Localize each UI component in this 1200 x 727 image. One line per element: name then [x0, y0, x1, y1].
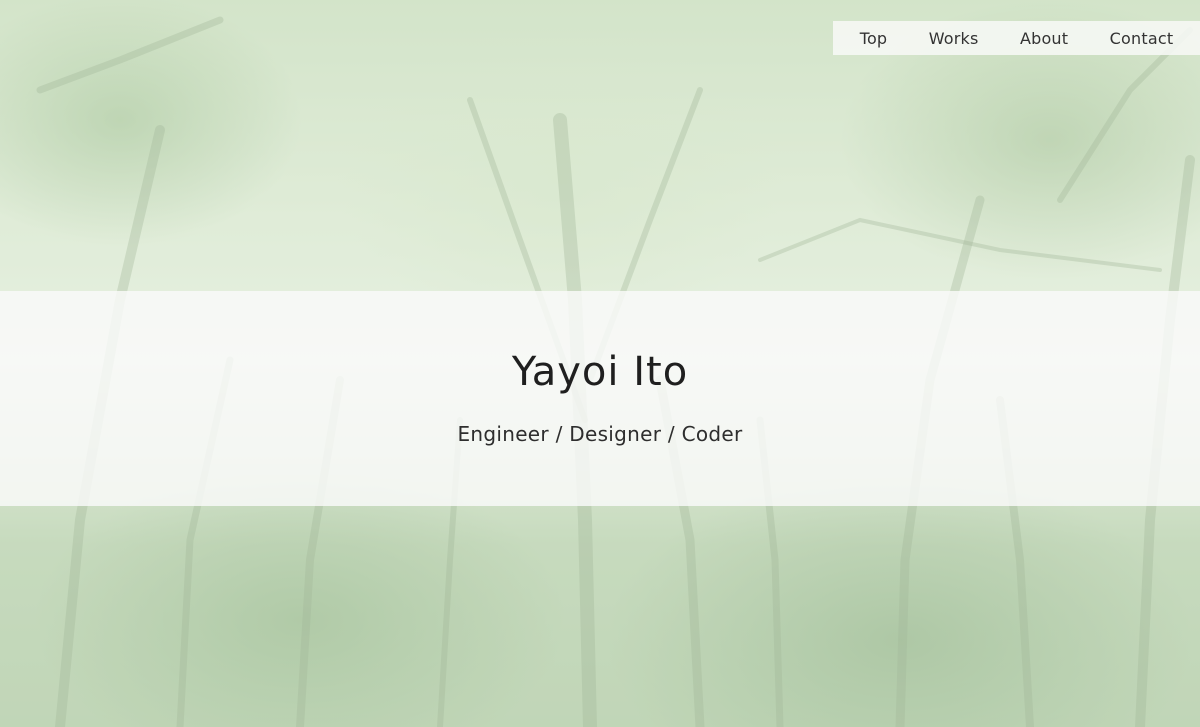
hero-subtitle: Engineer / Designer / Coder — [457, 421, 743, 446]
nav-link-contact[interactable]: Contact — [1110, 29, 1174, 48]
nav-link-works[interactable]: Works — [929, 29, 979, 48]
hero-banner: Yayoi Ito Engineer / Designer / Coder — [0, 291, 1200, 506]
nav-link-about[interactable]: About — [1020, 29, 1068, 48]
hero-title: Yayoi Ito — [511, 348, 689, 395]
nav-link-top[interactable]: Top — [860, 29, 888, 48]
page: Top Works About Contact Yayoi Ito Engine… — [0, 0, 1200, 727]
top-navigation: Top Works About Contact — [833, 21, 1200, 55]
